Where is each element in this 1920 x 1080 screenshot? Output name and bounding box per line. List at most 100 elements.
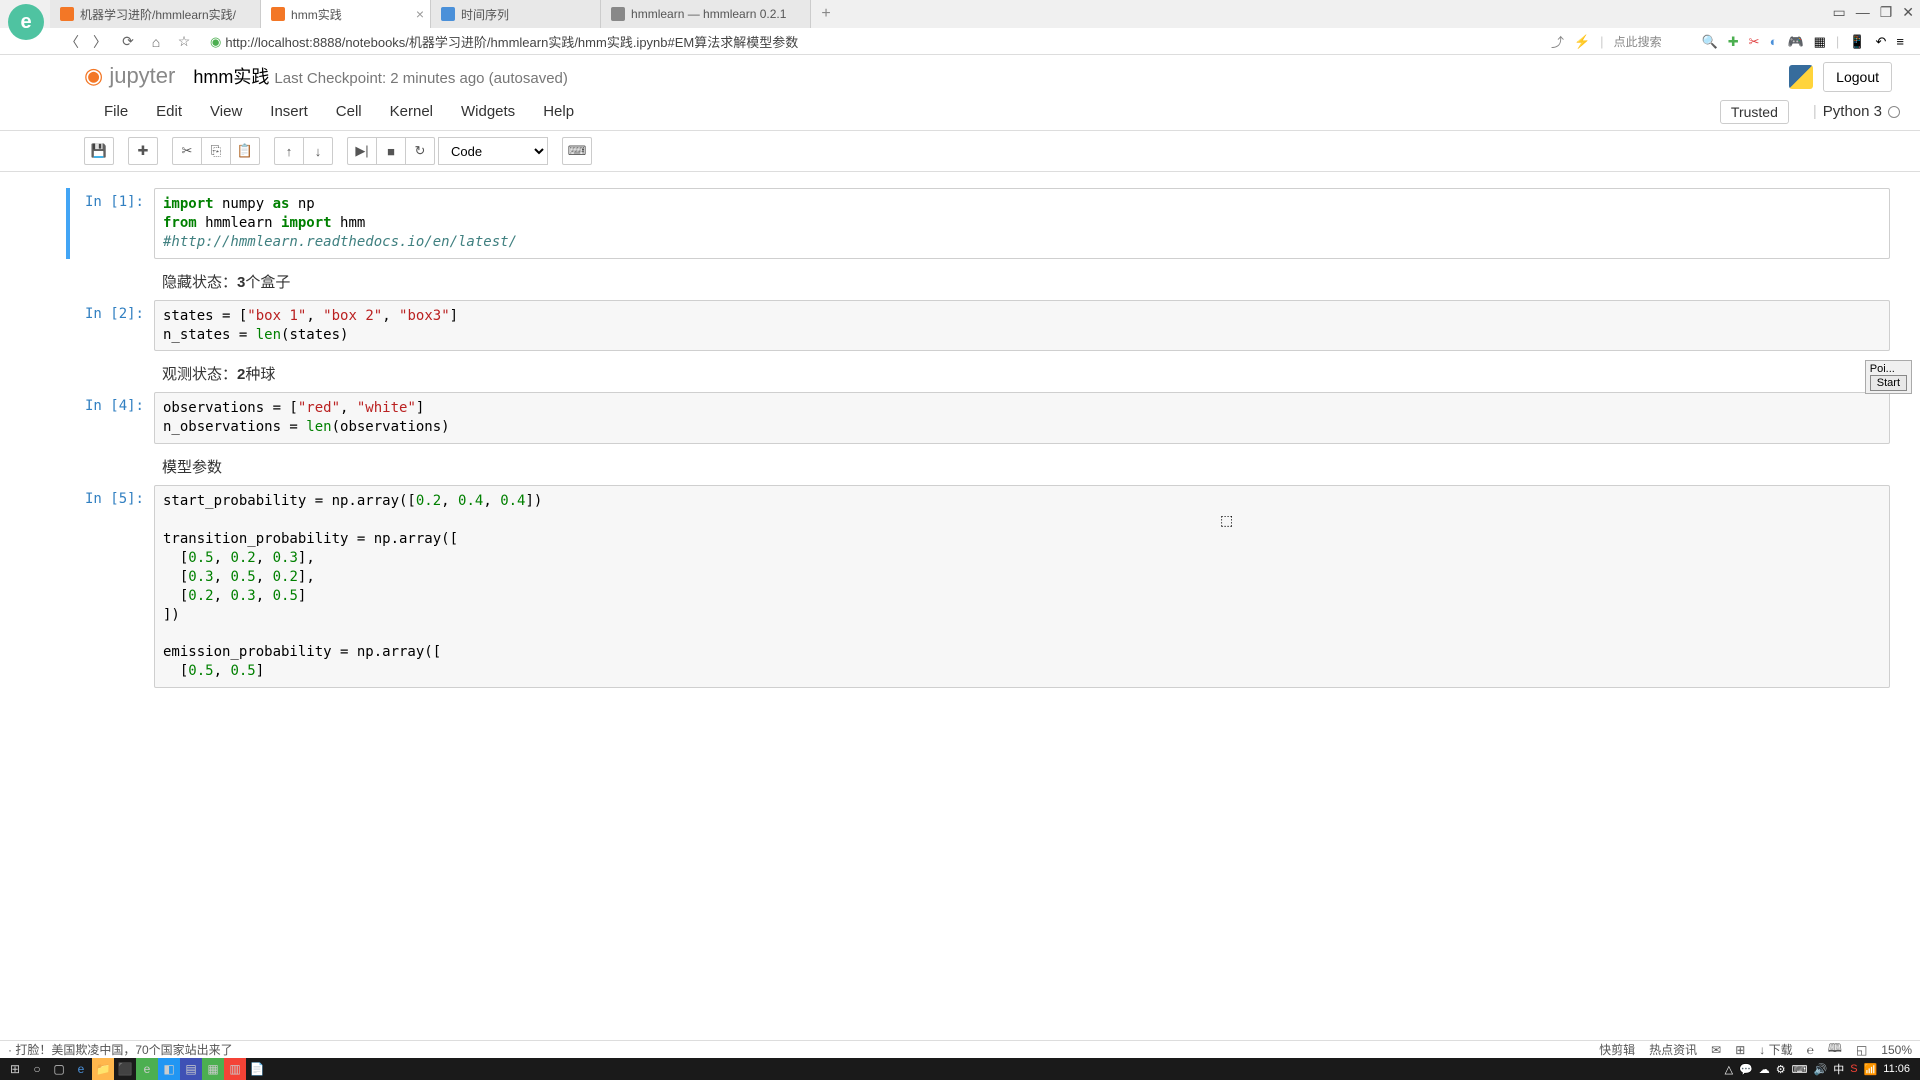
code-cell[interactable]: In [2]: states = ["box 1", "box 2", "box… [74,300,1890,352]
add-cell-button[interactable]: ✚ [128,137,158,165]
tray-icon[interactable]: ⊞ [1735,1043,1745,1057]
ext-icon[interactable]: ▦ [1814,34,1826,50]
tray-icon[interactable]: 📶 [1864,1063,1878,1076]
move-up-button[interactable]: ↑ [274,137,304,165]
menu-widgets[interactable]: Widgets [447,99,529,124]
browser-tab[interactable]: 时间序列 [431,0,601,28]
menu-view[interactable]: View [196,99,256,124]
news-text[interactable]: · 打脸！美国欺凌中国，70个国家站出来了 [8,1041,233,1058]
news-link[interactable]: 热点资讯 [1649,1041,1697,1058]
app-icon[interactable]: 📁 [92,1058,114,1080]
browser-tab[interactable]: 机器学习进阶/hmmlearn实践/ [50,0,261,28]
markdown-cell[interactable]: 模型参数 [74,452,1890,481]
window-close-icon[interactable]: ✕ [1902,4,1914,21]
copy-button[interactable]: ⎘ [201,137,231,165]
menu-edit[interactable]: Edit [142,99,196,124]
app-icon[interactable]: ⬛ [114,1058,136,1080]
home-button[interactable]: ⌂ [148,34,164,50]
app-icon[interactable]: e [70,1058,92,1080]
tab-title: hmmlearn — hmmlearn 0.2.1 [631,7,786,21]
close-icon[interactable]: × [416,6,424,22]
cell-input[interactable]: import numpy as np from hmmlearn import … [154,188,1890,259]
search-icon[interactable]: 🔍 [1702,34,1718,50]
notebook-title[interactable]: hmm实践 [193,67,269,87]
tray-icon[interactable]: ⌨ [1792,1063,1808,1076]
save-button[interactable]: 💾 [84,137,114,165]
cut-button[interactable]: ✂ [172,137,202,165]
app-icon[interactable]: ▥ [224,1058,246,1080]
download-link[interactable]: ↓ 下载 [1759,1041,1792,1058]
logout-button[interactable]: Logout [1823,62,1892,92]
app-icon[interactable]: ◧ [158,1058,180,1080]
tray-icon[interactable]: ◱ [1856,1043,1867,1057]
tray-icon[interactable]: △ [1725,1063,1733,1076]
menu-help[interactable]: Help [529,99,588,124]
tray-icon[interactable]: 💬 [1739,1063,1753,1076]
back-button[interactable]: 〈 [64,34,80,50]
tray-icon[interactable]: ☁ [1759,1063,1770,1076]
window-minimize-icon[interactable]: — [1856,4,1870,21]
tray-icon[interactable]: ⚙ [1776,1063,1786,1076]
markdown-cell[interactable]: 观测状态：2种球 [74,359,1890,388]
window-restore-icon[interactable]: ▭ [1832,4,1845,21]
app-icon[interactable]: e [136,1058,158,1080]
move-down-button[interactable]: ↓ [303,137,333,165]
markdown-cell[interactable]: 隐藏状态：3个盒子 [74,267,1890,296]
paste-button[interactable]: 📋 [230,137,260,165]
menu-file[interactable]: File [90,99,142,124]
cell-type-select[interactable]: Code [438,137,548,165]
reload-button[interactable]: ⟳ [120,34,136,50]
tray-icon[interactable]: S [1850,1063,1857,1075]
run-button[interactable]: ▶| [347,137,377,165]
ext-icon[interactable]: ✚ [1728,34,1739,50]
tray-icon[interactable]: ℮ [1807,1043,1814,1057]
tray-icon[interactable]: 🔊 [1814,1063,1828,1076]
search-placeholder[interactable]: 点此搜索 [1614,33,1692,50]
menu-insert[interactable]: Insert [256,99,322,124]
tray-icon[interactable]: 🕮 [1828,1039,1842,1060]
python-logo-icon [1789,65,1813,89]
tray-icon[interactable]: ✉ [1711,1043,1721,1057]
start-button[interactable]: Start [1870,375,1907,391]
ime-icon[interactable]: 中 [1833,1061,1844,1077]
forward-button[interactable]: 〉 [92,34,108,50]
menu-kernel[interactable]: Kernel [376,99,447,124]
command-palette-button[interactable]: ⌨ [562,137,592,165]
start-button[interactable]: ⊞ [4,1058,26,1080]
ext-icon[interactable]: ◐ [1770,34,1778,49]
app-icon[interactable]: ▤ [180,1058,202,1080]
new-tab-button[interactable]: + [811,5,840,23]
device-icon[interactable]: 📱 [1849,34,1865,50]
undo-icon[interactable]: ↶ [1876,34,1887,50]
trusted-badge[interactable]: Trusted [1720,100,1789,124]
search-icon[interactable]: ○ [26,1058,48,1080]
floating-widget[interactable]: Poi... Start [1865,360,1912,394]
browser-tab[interactable]: hmmlearn — hmmlearn 0.2.1 [601,0,811,28]
share-icon[interactable]: ⤴ [1551,32,1564,51]
ext-icon[interactable]: ✂ [1749,34,1760,50]
zoom-level[interactable]: 150% [1881,1043,1912,1057]
flash-icon[interactable]: ⚡ [1574,34,1590,50]
browser-tab[interactable]: hmm实践 × [261,0,431,28]
taskview-icon[interactable]: ▢ [48,1058,70,1080]
stop-button[interactable]: ■ [376,137,406,165]
url-field[interactable]: ◉ http://localhost:8888/notebooks/机器学习进阶… [204,32,1539,51]
menu-icon[interactable]: ≡ [1896,34,1904,49]
jupyter-logo[interactable]: ◉ jupyter [84,63,175,89]
restart-button[interactable]: ↻ [405,137,435,165]
cell-input[interactable]: observations = ["red", "white"] n_observ… [154,392,1890,444]
kernel-indicator[interactable]: | Python 3 [1813,103,1900,120]
cell-input[interactable]: start_probability = np.array([0.2, 0.4, … [154,485,1890,688]
window-maximize-icon[interactable]: ❐ [1880,4,1893,21]
star-icon[interactable]: ☆ [176,34,192,50]
news-link[interactable]: 快剪辑 [1599,1041,1635,1058]
cell-input[interactable]: states = ["box 1", "box 2", "box3"] n_st… [154,300,1890,352]
clock[interactable]: 11:06 [1883,1063,1910,1075]
ext-icon[interactable]: 🎮 [1787,34,1803,50]
menu-cell[interactable]: Cell [322,99,376,124]
app-icon[interactable]: 📄 [246,1058,268,1080]
code-cell[interactable]: In [5]: start_probability = np.array([0.… [74,485,1890,688]
code-cell[interactable]: In [4]: observations = ["red", "white"] … [74,392,1890,444]
code-cell[interactable]: In [1]: import numpy as np from hmmlearn… [66,188,1890,259]
app-icon[interactable]: ▦ [202,1058,224,1080]
